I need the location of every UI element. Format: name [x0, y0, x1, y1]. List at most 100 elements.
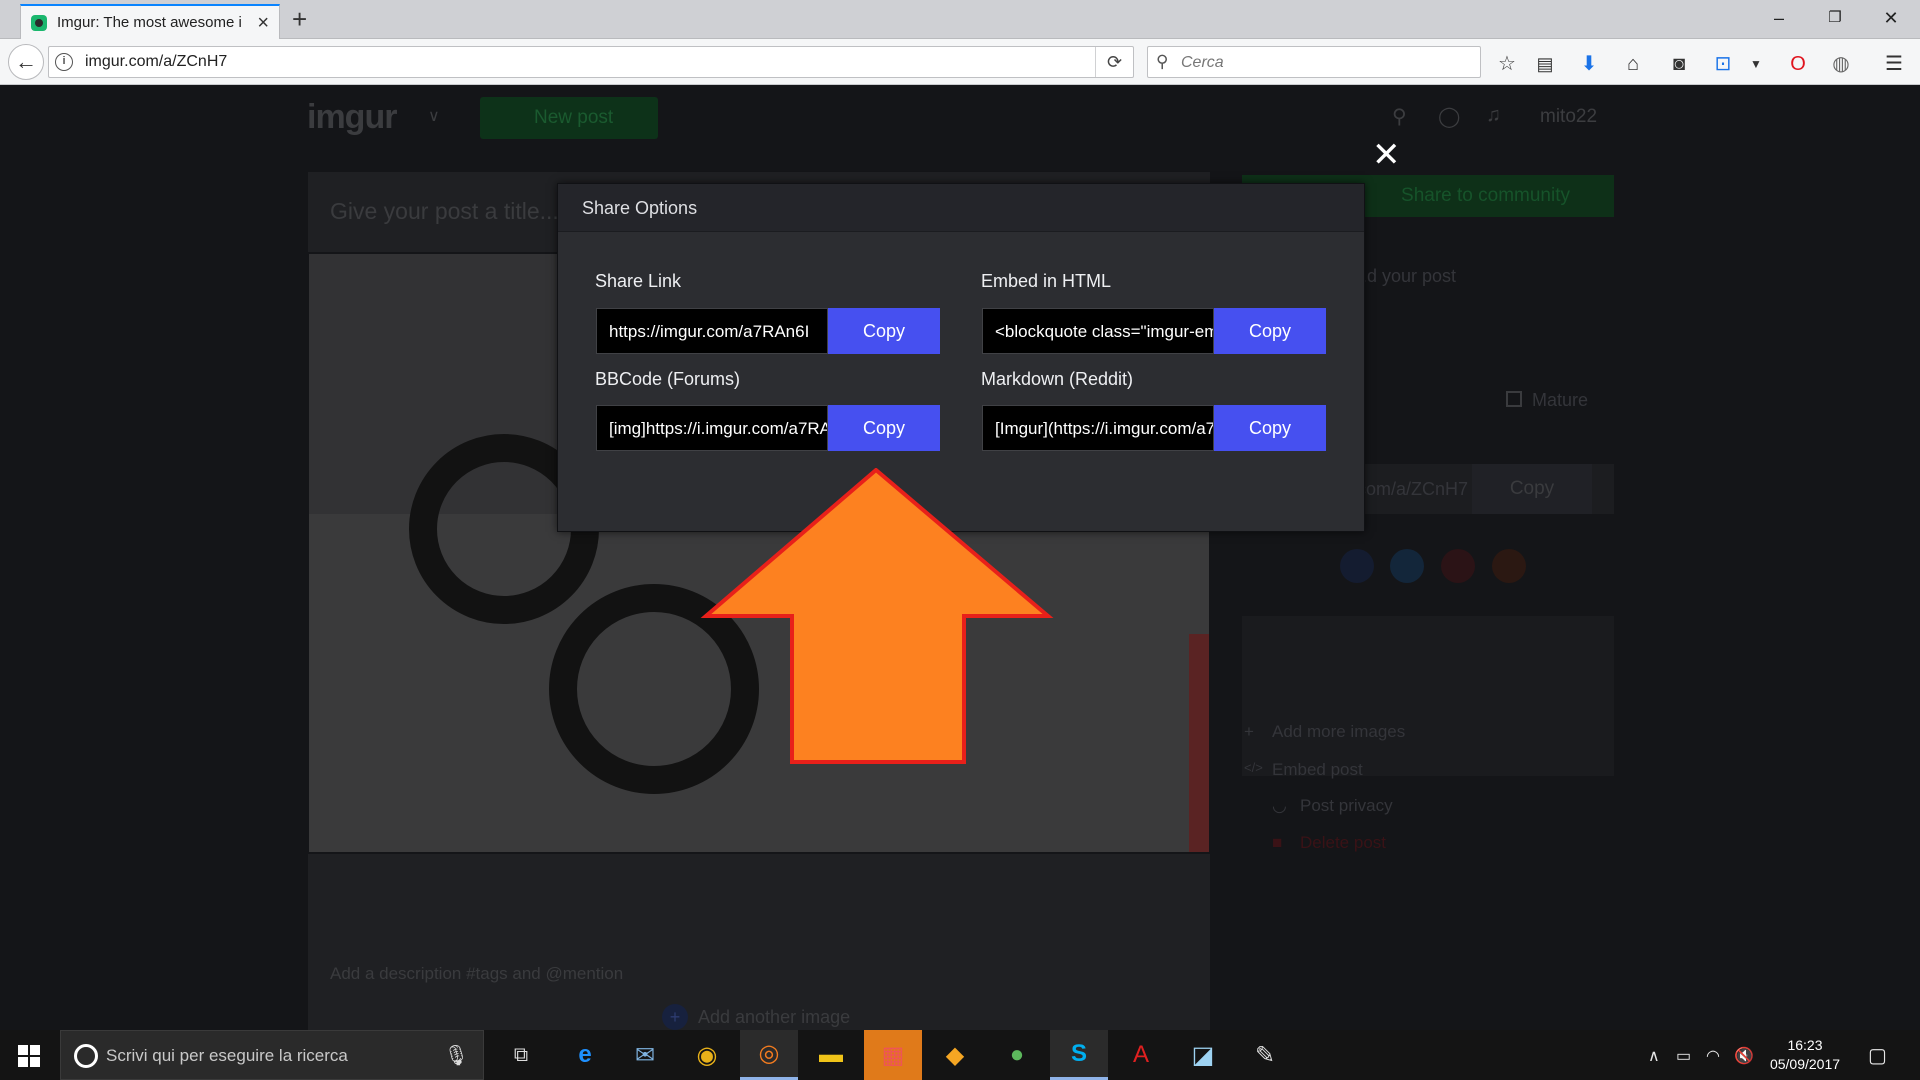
embed-post-item[interactable]: </> Embed post: [1244, 760, 1363, 780]
chat-icon[interactable]: ◯: [1438, 104, 1460, 129]
edge-icon[interactable]: e: [556, 1030, 614, 1080]
acrobat-icon[interactable]: A: [1112, 1030, 1170, 1080]
imgur-logo[interactable]: imgur: [307, 98, 397, 137]
cortana-icon: [74, 1044, 98, 1068]
side-copy-label: Copy: [1509, 478, 1555, 499]
reload-icon[interactable]: ⟳: [1095, 47, 1133, 77]
description-placeholder: Add a description #tags and @mention: [330, 964, 624, 983]
image-red-accent: [1189, 634, 1209, 852]
side-copy-button[interactable]: Copy: [1472, 464, 1592, 514]
post-privacy-item[interactable]: ◡ Post privacy: [1272, 796, 1393, 816]
clock-date: 05/09/2017: [1769, 1056, 1841, 1072]
back-arrow-icon: ←: [15, 49, 37, 74]
new-post-label: New post: [534, 107, 614, 128]
taskbar-search-box[interactable]: Scrivi qui per eseguire la ricerca 🎙: [60, 1030, 484, 1080]
tray-chevron-up-icon[interactable]: ∧: [1648, 1046, 1660, 1066]
post-options-panel: + Add more images </> Embed post: [1242, 616, 1614, 779]
menu-hamburger-icon[interactable]: ☰: [1880, 50, 1908, 78]
app-icon-diamond[interactable]: ◆: [926, 1030, 984, 1080]
reddit-icon[interactable]: [1492, 549, 1526, 583]
plus-icon: +: [1244, 722, 1254, 741]
search-icon[interactable]: ⚲: [1392, 104, 1407, 129]
chrome-icon[interactable]: ◉: [678, 1030, 736, 1080]
side-item-label: Post privacy: [1300, 796, 1393, 815]
volume-muted-icon[interactable]: 🔇: [1734, 1046, 1754, 1066]
embed-html-input[interactable]: <blockquote class="imgur-embed-pub": [982, 308, 1214, 354]
mature-label: Mature: [1532, 390, 1589, 410]
pinterest-icon[interactable]: [1441, 549, 1475, 583]
modal-title: Share Options: [582, 198, 698, 218]
copy-bbcode-button[interactable]: Copy: [828, 405, 940, 451]
modal-close-icon[interactable]: ✕: [1372, 138, 1401, 172]
file-explorer-icon[interactable]: ▬: [802, 1030, 860, 1080]
chevron-down-icon[interactable]: ∨: [428, 106, 440, 126]
taskbar-search-placeholder: Scrivi qui per eseguire la ricerca: [106, 1046, 348, 1065]
browser-tab[interactable]: Imgur: The most awesome i ×: [20, 4, 280, 39]
new-post-button[interactable]: New post: [480, 97, 658, 139]
copy-embed-html-button[interactable]: Copy: [1214, 308, 1326, 354]
home-icon[interactable]: ⌂: [1619, 50, 1647, 78]
username[interactable]: mito22: [1540, 106, 1597, 128]
chevron-down-icon[interactable]: ▼: [1742, 50, 1770, 78]
firefox-icon[interactable]: ◎: [740, 1030, 798, 1080]
restore-icon[interactable]: ❐: [1812, 4, 1858, 32]
browser-tabstrip: Imgur: The most awesome i × + – ❐ ✕: [0, 0, 1920, 39]
url-text[interactable]: imgur.com/a/ZCnH7: [85, 53, 227, 71]
microphone-icon[interactable]: 🎙: [444, 1043, 469, 1068]
facebook-icon[interactable]: [1340, 549, 1374, 583]
delete-post-item[interactable]: ■ Delete post: [1272, 833, 1386, 853]
copy-markdown-button[interactable]: Copy: [1214, 405, 1326, 451]
modal-header: Share Options: [558, 184, 1364, 232]
reading-list-icon[interactable]: ▤: [1531, 50, 1559, 78]
paint-icon[interactable]: ✎: [1236, 1030, 1294, 1080]
bbcode-label: BBCode (Forums): [595, 369, 741, 389]
side-item-label: Embed post: [1272, 760, 1363, 779]
wifi-icon[interactable]: ◠: [1706, 1046, 1720, 1066]
arrow-shape: [700, 468, 1054, 764]
taskbar-clock[interactable]: 16:23 05/09/2017: [1760, 1036, 1850, 1074]
code-icon: </>: [1244, 760, 1263, 775]
search-icon: ⚲: [1156, 52, 1169, 71]
back-button[interactable]: ←: [8, 44, 44, 80]
title-placeholder: Give your post a title...: [330, 198, 559, 224]
notification-center-icon[interactable]: ▢: [1868, 1043, 1887, 1068]
download-manager-icon[interactable]: ⊡: [1709, 50, 1737, 78]
mature-checkbox[interactable]: [1506, 391, 1522, 407]
side-item-label: Delete post: [1300, 833, 1386, 852]
side-item-label: Add more images: [1272, 722, 1406, 741]
address-bar[interactable]: i imgur.com/a/ZCnH7 ⟳: [48, 46, 1134, 78]
clock-time: 16:23: [1787, 1037, 1823, 1053]
bbcode-input[interactable]: [img]https://i.imgur.com/a7RAn6I.jpg: [596, 405, 828, 451]
markdown-input[interactable]: [Imgur](https://i.imgur.com/a7RAn6I.jpg): [982, 405, 1214, 451]
globe-app-icon[interactable]: ●: [988, 1030, 1046, 1080]
twitter-icon[interactable]: [1390, 549, 1424, 583]
add-more-images-item[interactable]: + Add more images: [1244, 722, 1406, 742]
side-link-text: .com/a/ZCnH7: [1352, 479, 1469, 499]
markdown-label: Markdown (Reddit): [981, 369, 1134, 389]
minimize-icon[interactable]: –: [1756, 4, 1802, 32]
app-icon-orange[interactable]: ▦: [864, 1030, 922, 1080]
app-icon-notes[interactable]: ◪: [1174, 1030, 1232, 1080]
copy-share-link-button[interactable]: Copy: [828, 308, 940, 354]
opera-extension-icon[interactable]: O: [1784, 50, 1812, 78]
search-bar[interactable]: ⚲ Cerca: [1147, 46, 1481, 78]
add-another-image-button[interactable]: + Add another image: [662, 1004, 850, 1030]
close-tab-icon[interactable]: ×: [257, 13, 269, 33]
skype-icon[interactable]: S: [1050, 1030, 1108, 1080]
embed-html-label: Embed in HTML: [981, 271, 1112, 291]
globe-extension-icon[interactable]: ◍: [1827, 50, 1855, 78]
bookmark-star-icon[interactable]: ☆: [1493, 50, 1521, 78]
notification-bell-icon[interactable]: ♫: [1486, 104, 1501, 127]
site-info-icon[interactable]: i: [55, 53, 73, 71]
windows-start-icon[interactable]: [18, 1045, 40, 1067]
pocket-icon[interactable]: ◙: [1665, 50, 1693, 78]
tab-title: Imgur: The most awesome i: [57, 14, 242, 31]
task-view-icon[interactable]: ⧉: [492, 1030, 550, 1080]
battery-icon[interactable]: ▭: [1676, 1046, 1691, 1066]
share-link-input[interactable]: https://imgur.com/a7RAn6I: [596, 308, 828, 354]
window-close-icon[interactable]: ✕: [1868, 4, 1914, 32]
downloads-icon[interactable]: ⬇: [1575, 50, 1603, 78]
mail-app-icon[interactable]: ✉: [616, 1030, 674, 1080]
new-tab-icon[interactable]: +: [292, 6, 307, 32]
share-community-label: Share to community: [1401, 185, 1570, 206]
